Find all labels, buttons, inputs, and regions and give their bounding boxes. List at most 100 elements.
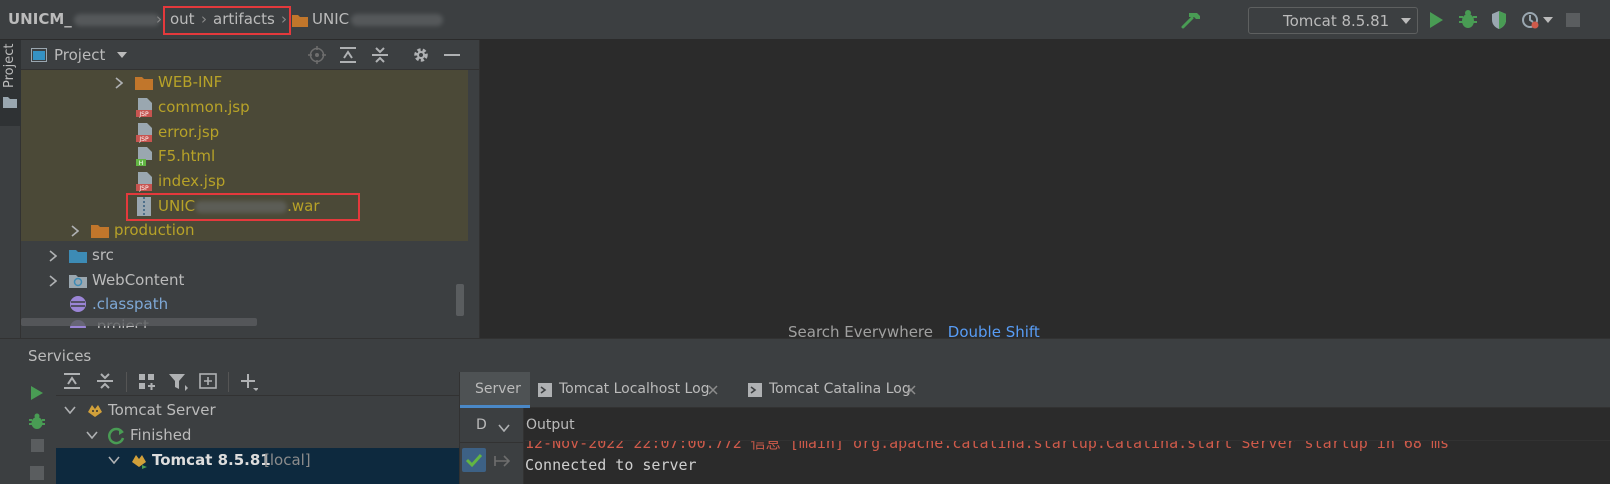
html-file-icon: H: [136, 147, 152, 167]
services-title: Services: [28, 347, 92, 365]
log-line-clip: 12-Nov-2022 22:07:00.772 信息 [main] org.a…: [525, 441, 1610, 451]
tree-row-error-jsp[interactable]: JSP error.jsp: [21, 120, 479, 145]
svg-text:JSP: JSP: [138, 136, 149, 143]
tree-row-production[interactable]: production: [21, 218, 479, 243]
tree-row-classpath[interactable]: .classpath: [21, 292, 479, 317]
tree-row-webcontent[interactable]: WebContent: [21, 268, 479, 293]
minimize-icon[interactable]: [444, 54, 460, 57]
toolbar-bottom-border: [56, 395, 459, 396]
services-tree-panel: Tomcat Server Finished Tomcat 8.5.81 [lo…: [0, 372, 459, 484]
jsp-file-icon: JSP: [136, 172, 152, 192]
new-service-tab-icon[interactable]: [199, 372, 217, 390]
editor-empty-hint: Search Everywhere Double Shift: [788, 323, 1040, 338]
horizontal-scrollbar-thumb[interactable]: [21, 318, 257, 326]
chevron-right-icon[interactable]: [115, 77, 123, 89]
highlight-box: [126, 193, 360, 221]
rerun-finished-icon: [108, 427, 125, 445]
deployment-column: D: [460, 408, 524, 484]
console-icon: [748, 383, 762, 397]
project-panel: Project WEB-INF JSP common.jsp JSP error…: [21, 40, 479, 338]
gear-icon[interactable]: [412, 46, 430, 64]
close-icon[interactable]: [906, 385, 916, 395]
jsp-file-icon: JSP: [136, 123, 152, 143]
services-header: Services: [0, 338, 1610, 372]
folder-icon: [3, 97, 17, 108]
run-icon[interactable]: [1428, 11, 1444, 29]
clipped-toolbar-item: [28, 464, 46, 484]
locate-target-icon[interactable]: [308, 46, 326, 64]
stop-icon[interactable]: [31, 439, 44, 452]
profiler-icon[interactable]: [1520, 10, 1540, 30]
svg-text:H: H: [139, 160, 144, 167]
tree-row-common-jsp[interactable]: JSP common.jsp: [21, 95, 479, 120]
console-icon: [538, 383, 552, 397]
folder-icon: [135, 77, 153, 90]
collapse-all-icon[interactable]: [371, 46, 389, 64]
project-view-title[interactable]: Project: [54, 46, 105, 64]
coverage-shield-icon[interactable]: [1490, 10, 1508, 30]
service-tomcat-server[interactable]: Tomcat Server: [56, 398, 459, 423]
expand-all-icon[interactable]: [339, 46, 357, 64]
jsp-file-icon: JSP: [136, 98, 152, 118]
svg-text:JSP: JSP: [138, 185, 149, 192]
check-icon: [465, 453, 483, 468]
tree-row-webinf[interactable]: WEB-INF: [21, 70, 479, 95]
service-finished-group[interactable]: Finished: [56, 423, 459, 448]
tool-window-stripe: Project: [0, 40, 21, 338]
output-console: Output 12-Nov-2022 22:07:00.772 信息 [main…: [525, 408, 1610, 484]
folder-icon: [91, 225, 109, 238]
run-configuration-select[interactable]: Tomcat 8.5.81: [1248, 7, 1418, 34]
breadcrumb-separator: ›: [156, 10, 162, 28]
deploy-icon[interactable]: [28, 464, 46, 482]
chevron-down-icon: [1401, 18, 1411, 24]
project-stripe-tab[interactable]: Project: [0, 40, 21, 126]
navigation-bar: UNICM_ › out › artifacts › UNIC Tomcat 8…: [0, 0, 1610, 40]
redacted-text: [351, 13, 444, 26]
tomcat-icon: [88, 405, 102, 417]
chevron-down-icon[interactable]: [108, 456, 120, 464]
breadcrumb-war[interactable]: UNIC: [312, 10, 444, 28]
tab-server[interactable]: Server: [460, 372, 530, 408]
chevron-down-icon[interactable]: [498, 424, 510, 432]
filter-icon[interactable]: [168, 373, 188, 391]
tree-row-index-jsp[interactable]: JSP index.jsp: [21, 169, 479, 194]
redeploy-icon[interactable]: [492, 451, 512, 471]
connected-message: Connected to server: [525, 456, 697, 474]
log-line: 12-Nov-2022 22:07:00.772 信息 [main] org.a…: [525, 441, 1450, 451]
chevron-right-icon[interactable]: [49, 275, 57, 287]
chevron-right-icon[interactable]: [49, 250, 57, 262]
tomcat-icon: [132, 455, 147, 469]
toolbar-divider: [228, 372, 229, 392]
tab-tomcat-localhost-log[interactable]: Tomcat Localhost Log: [538, 372, 734, 408]
redacted-text: [73, 13, 160, 26]
service-tomcat-instance-selected[interactable]: Tomcat 8.5.81 [local]: [56, 448, 459, 484]
tree-row-src[interactable]: src: [21, 243, 479, 268]
project-view-icon: [31, 48, 47, 62]
debug-bug-icon[interactable]: [1458, 9, 1478, 29]
debug-bug-icon[interactable]: [28, 412, 46, 430]
vertical-scrollbar-thumb[interactable]: [456, 284, 464, 316]
breadcrumb-project[interactable]: UNICM_: [8, 10, 160, 28]
stop-icon[interactable]: [1566, 13, 1580, 27]
deploy-status-check[interactable]: [462, 448, 486, 472]
chevron-down-icon[interactable]: [86, 431, 98, 439]
services-tabbar: Server Tomcat Localhost Log Tomcat Catal…: [460, 372, 1610, 408]
close-icon[interactable]: [708, 385, 718, 395]
chevron-right-icon[interactable]: [71, 225, 79, 237]
tree-row-f5-html[interactable]: H F5.html: [21, 144, 479, 169]
chevron-down-icon[interactable]: [117, 52, 127, 59]
chevron-down-icon[interactable]: [64, 406, 76, 414]
chevron-down-icon[interactable]: [1543, 17, 1553, 24]
breadcrumb-separator: ›: [281, 10, 287, 28]
build-hammer-icon[interactable]: [1180, 10, 1202, 30]
run-icon[interactable]: [30, 385, 44, 401]
add-icon[interactable]: [240, 373, 258, 391]
column-divider: [460, 442, 524, 443]
project-panel-header: Project: [21, 40, 479, 70]
tab-tomcat-catalina-log[interactable]: Tomcat Catalina Log: [748, 372, 938, 408]
web-folder-icon: [69, 275, 87, 288]
collapse-all-icon[interactable]: [96, 372, 114, 390]
group-by-icon[interactable]: [138, 373, 156, 391]
toolbar-divider: [126, 372, 127, 392]
expand-all-icon[interactable]: [63, 372, 81, 390]
